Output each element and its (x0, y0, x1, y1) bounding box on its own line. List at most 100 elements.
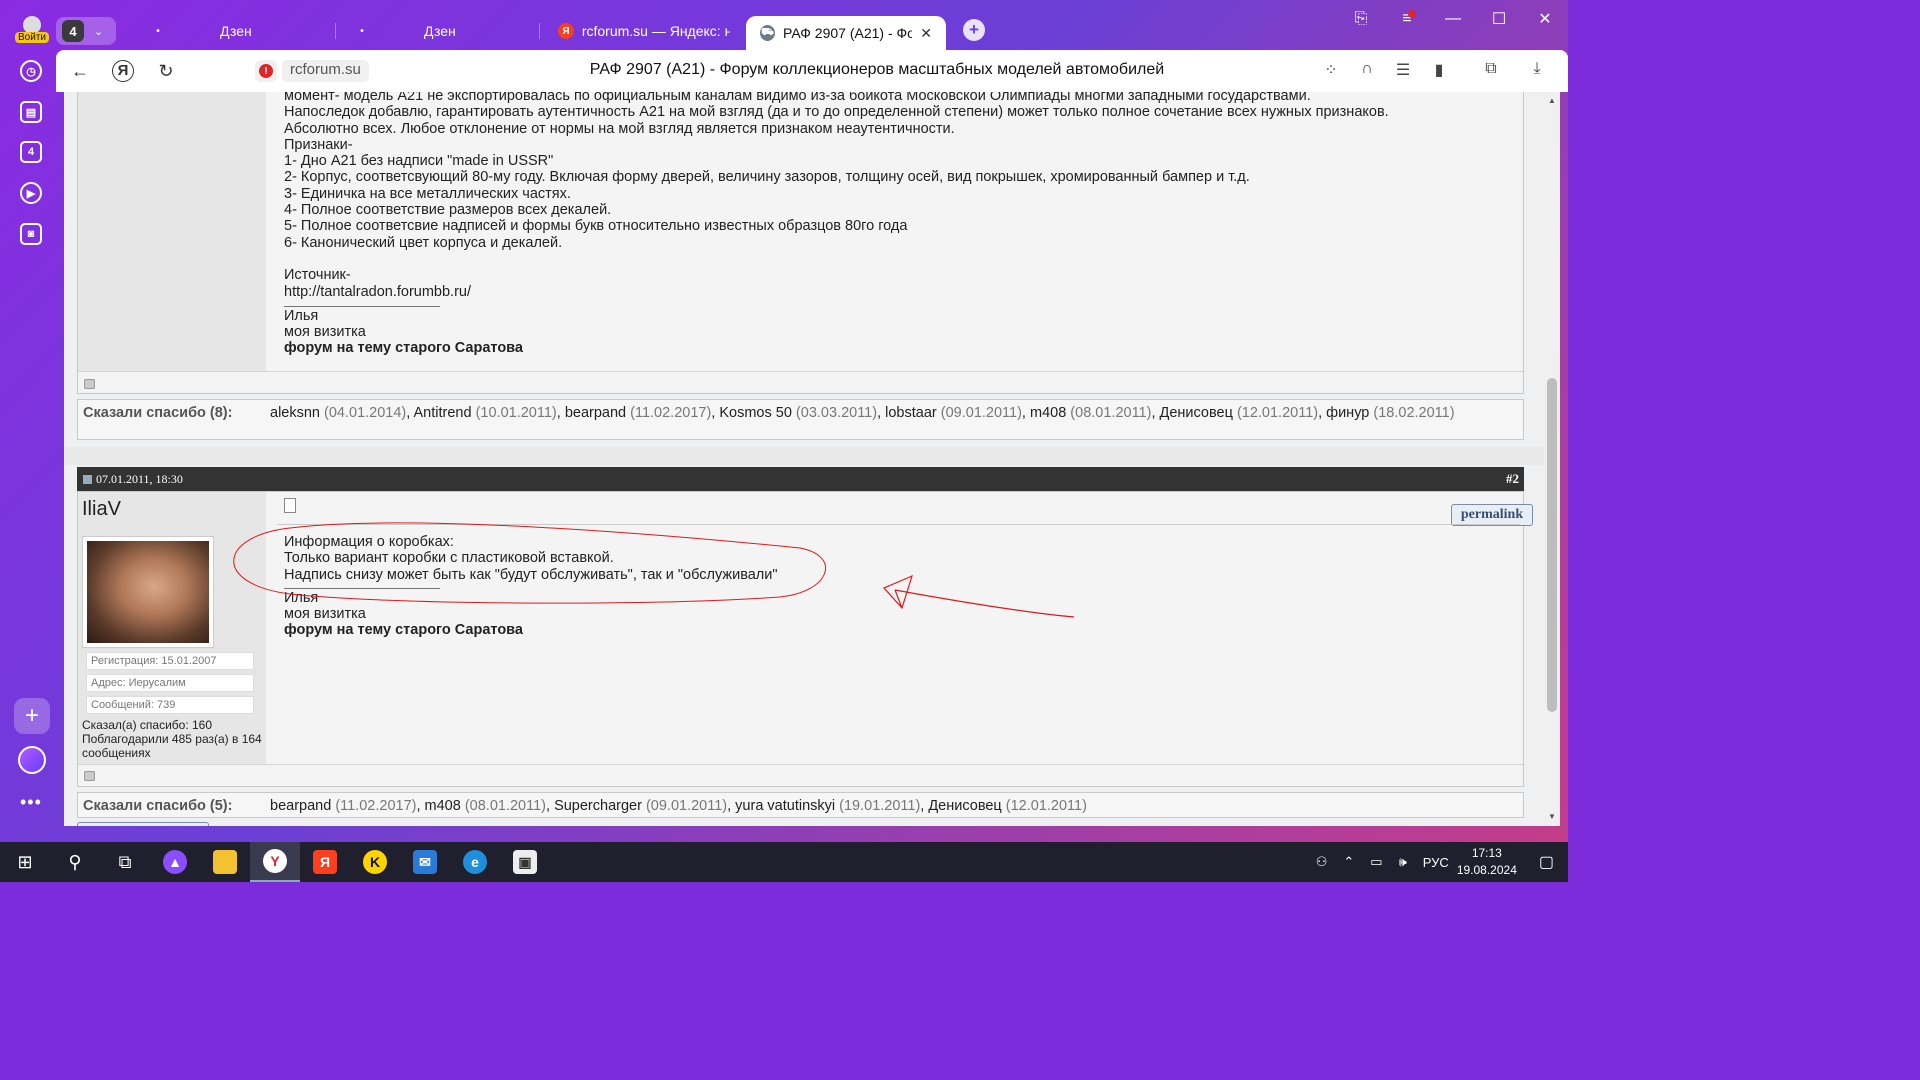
people-icon[interactable]: ⚇ (1316, 854, 1328, 870)
login-button[interactable]: Войти (13, 16, 51, 48)
thanks-user[interactable]: m408 (425, 798, 461, 814)
file-explorer-icon[interactable] (200, 842, 250, 882)
mail-icon[interactable]: ✉ (400, 842, 450, 882)
page-content: момент- модель А21 не экспортировалась п… (64, 92, 1544, 826)
source-link[interactable]: http://tantalradon.forumbb.ru/ (284, 284, 1389, 300)
thanks-user[interactable]: Supercharger (554, 798, 642, 814)
post-status-icon (83, 475, 92, 484)
thanks-label: Сказали спасибо (8): (83, 405, 233, 421)
post-2-userinfo: IliaV Регистрация: 15.01.2007 Адрес: Иер… (78, 492, 266, 764)
tab-dzen-1[interactable]: • Дзен (136, 13, 336, 49)
post-1: момент- модель А21 не экспортировалась п… (77, 92, 1524, 394)
add-panel-button[interactable]: + (14, 698, 50, 734)
user-avatar[interactable] (82, 536, 214, 648)
translate-icon[interactable]: ⧉ (1480, 60, 1502, 80)
signature-forum-link[interactable]: форум на тему старого Саратова (284, 622, 778, 638)
thanks-user[interactable]: lobstaar (885, 405, 937, 421)
start-windows-icon[interactable]: ⊞ (0, 842, 50, 882)
screenshot-icon[interactable]: ◙ (20, 223, 42, 245)
post-1-line: Источник- (284, 267, 351, 284)
insecure-connection-icon[interactable]: ! (255, 60, 277, 82)
user-registration: Регистрация: 15.01.2007 (86, 652, 254, 670)
yandex-home-icon[interactable]: Я (112, 60, 134, 82)
report-post-icon[interactable] (84, 379, 95, 389)
url-domain[interactable]: rcforum.su (282, 60, 369, 82)
post-2-header: 07.01.2011, 18:30 #2 (77, 467, 1524, 491)
thanks-user[interactable]: bearpand (565, 405, 626, 421)
yandex-taskbar-icon[interactable]: Я (300, 842, 350, 882)
window-controls: ⎘ ≡ — ☐ ✕ (1338, 0, 1568, 38)
thanks-user[interactable]: m408 (1030, 405, 1066, 421)
alice-taskbar-icon[interactable]: ▲ (150, 842, 200, 882)
tab-yandex-search[interactable]: Я rcforum.su — Яндекс: наш (544, 13, 744, 49)
headphones-icon[interactable]: ∩ (1356, 60, 1378, 80)
thanks-user[interactable]: финур (1326, 405, 1369, 421)
tab-dzen-2[interactable]: • Дзен (340, 13, 540, 49)
history-icon[interactable]: ◷ (20, 60, 42, 82)
thanks-users: bearpand (11.02.2017), m408 (08.01.2011)… (270, 798, 1087, 814)
post-2: IliaV Регистрация: 15.01.2007 Адрес: Иер… (77, 491, 1533, 787)
tab-raf-forum[interactable]: ⛟ РАФ 2907 (А21) - Фору ✕ (746, 16, 946, 50)
back-icon[interactable]: ← (66, 61, 94, 82)
reload-icon[interactable]: ↻ (152, 61, 180, 82)
store-icon[interactable]: ▣ (500, 842, 550, 882)
edge-icon[interactable]: e (450, 842, 500, 882)
post-2-line: Информация о коробках: (284, 534, 454, 550)
bookmarks-panel-icon[interactable]: ⎘ (1338, 0, 1384, 38)
search-icon[interactable]: ⚲ (50, 842, 100, 882)
video-play-icon[interactable]: ▶ (20, 182, 42, 204)
reader-mode-icon[interactable]: ☰ (1392, 60, 1414, 80)
clock-time: 17:13 (1471, 846, 1502, 860)
thanks-block-1: Сказали спасибо (8): aleksnn (04.01.2014… (77, 399, 1524, 440)
post-1-line: 5- Полное соответсвие надписей и формы б… (284, 218, 908, 235)
clock[interactable]: 17:13 19.08.2024 (1457, 845, 1517, 879)
thanks-user[interactable]: Antitrend (414, 405, 472, 421)
windows-taskbar: ⊞ ⚲ ⧉ ▲ Y Я K ✉ e ▣ ⚇ ⌃ ▭ 🕪 РУС 17:13 19… (0, 842, 1568, 882)
page-scrollbar[interactable]: ▲ ▼ (1544, 92, 1560, 826)
post-1-message: момент- модель А21 не экспортировалась п… (284, 92, 1389, 357)
signature-visit-link[interactable]: моя визитка (284, 324, 1389, 340)
language-indicator[interactable]: РУС (1423, 855, 1449, 870)
clock-date: 19.08.2024 (1456, 863, 1517, 877)
more-icon[interactable]: ••• (20, 792, 42, 813)
tray-expand-icon[interactable]: ⌃ (1343, 854, 1354, 870)
permalink-button[interactable]: permalink (1451, 504, 1533, 526)
battery-icon[interactable]: ▭ (1370, 854, 1382, 870)
signature-forum-link[interactable]: форум на тему старого Саратова (284, 340, 1389, 356)
post-author-name[interactable]: IliaV (82, 498, 121, 521)
post-2-number[interactable]: #2 (1506, 471, 1519, 487)
yandex-browser-taskbar-icon[interactable]: Y (250, 842, 300, 882)
alice-assistant-icon[interactable] (18, 746, 46, 774)
close-window-icon[interactable]: ✕ (1522, 0, 1568, 38)
thanks-user[interactable]: aleksnn (270, 405, 320, 421)
new-tab-button[interactable]: + (963, 19, 985, 41)
yandex-market-icon[interactable]: K (350, 842, 400, 882)
thanks-user[interactable]: Kosmos 50 (719, 405, 792, 421)
login-label: Войти (15, 32, 49, 43)
extensions-icon[interactable]: ⁘ (1320, 60, 1342, 80)
menu-icon[interactable]: ≡ (1384, 0, 1430, 38)
signature-visit-link[interactable]: моя визитка (284, 606, 778, 622)
scrollbar-thumb[interactable] (1547, 378, 1557, 712)
thanks-user[interactable]: bearpand (270, 798, 331, 814)
task-view-icon[interactable]: ⧉ (100, 842, 150, 882)
minimize-icon[interactable]: — (1430, 0, 1476, 38)
post-2-line: Надпись снизу может быть как "будут обсл… (284, 566, 778, 583)
post-2-message: Информация о коробках: Только вариант ко… (284, 534, 778, 639)
thanks-user[interactable]: Денисовец (928, 798, 1001, 814)
tabs-count-icon[interactable]: 4 (20, 141, 42, 163)
report-post-icon[interactable] (84, 771, 95, 781)
thanks-user[interactable]: yura vatutinskyi (735, 798, 835, 814)
signature-divider (284, 305, 440, 307)
close-tab-icon[interactable]: ✕ (920, 25, 932, 42)
thanks-user[interactable]: Денисовец (1160, 405, 1233, 421)
volume-icon[interactable]: 🕪 (1399, 854, 1407, 870)
maximize-icon[interactable]: ☐ (1476, 0, 1522, 38)
notifications-icon[interactable]: ▢ (1539, 852, 1554, 872)
thanks-block-2: Сказали спасибо (5): bearpand (11.02.201… (77, 792, 1524, 818)
download-icon[interactable]: ⤓ (1526, 60, 1548, 80)
bookmark-icon[interactable]: ▮ (1428, 60, 1450, 80)
post-1-line: 6- Канонический цвет корпуса и декалей. (284, 234, 563, 251)
post-1-line: момент- модель А21 не экспортировалась п… (284, 92, 1311, 104)
collections-icon[interactable]: ▤ (20, 101, 42, 123)
